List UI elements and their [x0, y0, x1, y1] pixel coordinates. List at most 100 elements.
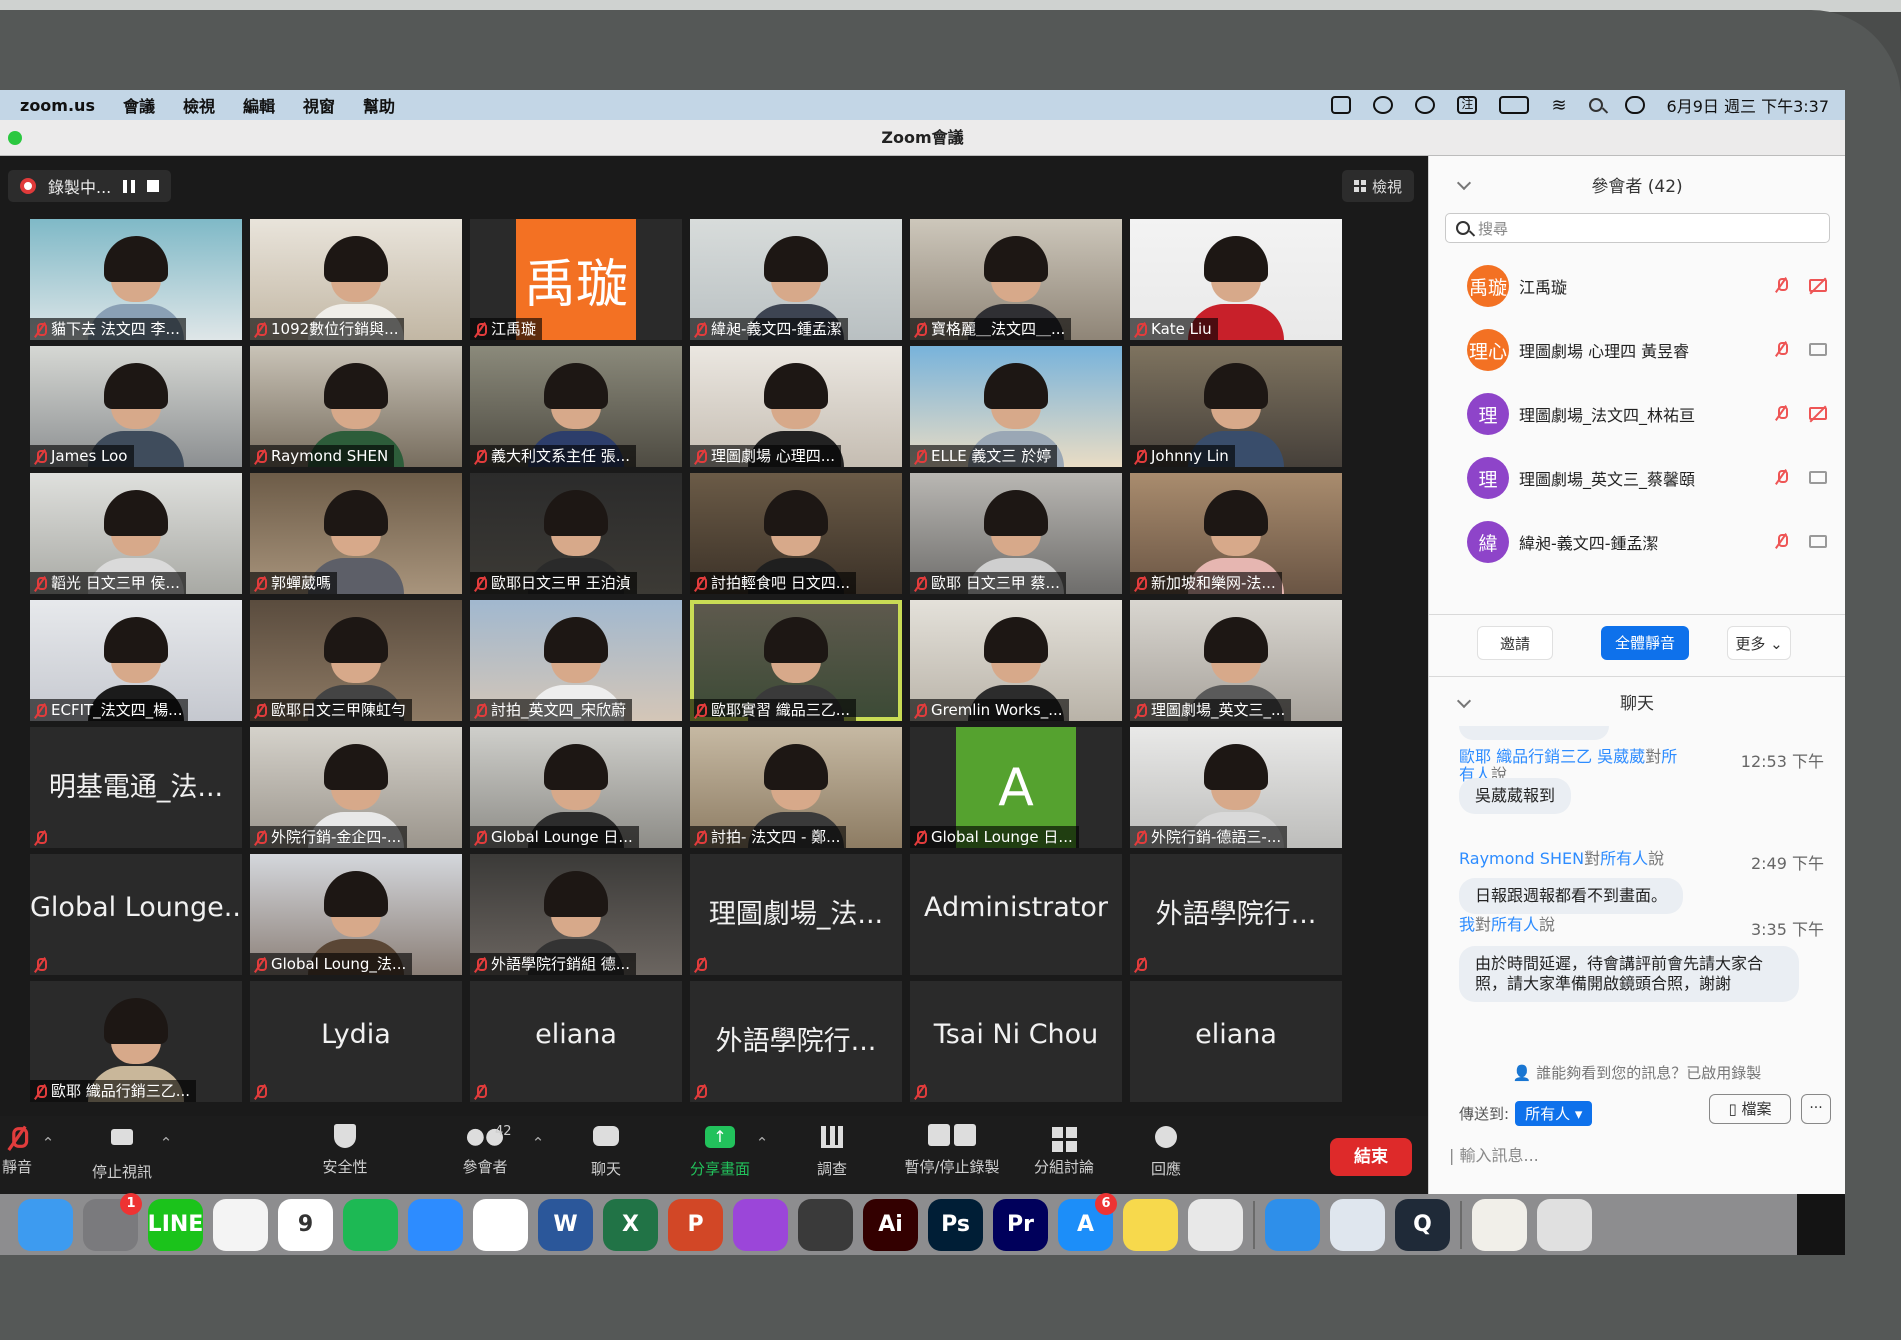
participant-search-input[interactable]: 搜尋: [1445, 213, 1830, 243]
participant-tile[interactable]: 義大利文系主任 張...: [470, 346, 682, 467]
menu-edit[interactable]: 編輯: [243, 93, 275, 117]
participant-tile[interactable]: 韜光 日文三甲 侯...: [30, 473, 242, 594]
safari-icon[interactable]: [1265, 1198, 1320, 1251]
headset-tray-icon[interactable]: [1373, 96, 1394, 114]
participant-tile[interactable]: 外語學院行...: [1130, 854, 1342, 975]
pause-stop-recording-button[interactable]: 暫停/停止錄製: [896, 1124, 1008, 1177]
notes-icon[interactable]: [1123, 1198, 1178, 1251]
finder-icon[interactable]: [18, 1198, 73, 1251]
participant-tile[interactable]: 緯昶-義文四-鍾孟潔: [690, 219, 902, 340]
participant-tile[interactable]: eliana: [470, 981, 682, 1102]
invite-button[interactable]: 邀請: [1477, 626, 1553, 660]
participant-tile[interactable]: 外語學院行銷組 德...: [470, 854, 682, 975]
powerpoint-icon[interactable]: P: [668, 1198, 723, 1251]
premiere-icon[interactable]: Pr: [993, 1198, 1048, 1251]
participant-list-item[interactable]: 理 理圖劇場_英文三_蔡馨頤: [1429, 446, 1845, 510]
participant-list-item[interactable]: 理 理圖劇場_法文四_林祐亘: [1429, 382, 1845, 446]
share-screen-button[interactable]: ↑ 分享畫面: [684, 1124, 756, 1179]
participant-tile[interactable]: ECFIT_法文四_楊...: [30, 600, 242, 721]
mute-all-button[interactable]: 全體靜音: [1601, 626, 1689, 660]
participant-tile[interactable]: 討拍_英文四_宋欣蔚: [470, 600, 682, 721]
participant-tile[interactable]: A Global Lounge 日...: [910, 727, 1122, 848]
chat-message-input[interactable]: | 輸入訊息...: [1449, 1142, 1539, 1166]
control-center-icon[interactable]: [1624, 96, 1645, 114]
camera-icon[interactable]: [1809, 471, 1827, 484]
mic-muted-icon[interactable]: [1775, 469, 1788, 484]
chat-visibility-notice[interactable]: 👤 誰能夠看到您的訊息？已啟用錄製: [1429, 1062, 1845, 1083]
participant-tile[interactable]: Administrator: [910, 854, 1122, 975]
launchpad-icon[interactable]: [1188, 1198, 1243, 1251]
participant-tile[interactable]: ELLE 義文三 於婷: [910, 346, 1122, 467]
menu-window[interactable]: 視窗: [303, 93, 335, 117]
chat-more-button[interactable]: ···: [1801, 1094, 1831, 1124]
wifi-icon[interactable]: ≋: [1551, 95, 1566, 116]
stop-video-button[interactable]: 停止視訊: [86, 1124, 158, 1182]
camera-icon[interactable]: [1809, 343, 1827, 356]
camera-off-icon[interactable]: [1809, 407, 1827, 420]
input-method-icon[interactable]: 注: [1457, 96, 1478, 114]
zoom-icon[interactable]: [408, 1198, 463, 1251]
video-options-caret[interactable]: ⌃: [158, 1134, 174, 1152]
participant-tile[interactable]: 理圖劇場 心理四...: [690, 346, 902, 467]
participant-tile[interactable]: 寶格麗＿法文四＿...: [910, 219, 1122, 340]
participant-tile[interactable]: Tsai Ni Chou: [910, 981, 1122, 1102]
camera-off-icon[interactable]: [1809, 279, 1827, 292]
stop-recording-icon[interactable]: [147, 180, 160, 192]
collapse-chat-icon[interactable]: [1456, 693, 1472, 709]
participant-tile[interactable]: Global Loung_法...: [250, 854, 462, 975]
participant-tile[interactable]: 新加坡和樂网-法...: [1130, 473, 1342, 594]
polls-button[interactable]: 調查: [814, 1124, 850, 1179]
participant-tile[interactable]: eliana: [1130, 981, 1342, 1102]
menu-zoom[interactable]: zoom.us: [20, 96, 95, 115]
participant-tile[interactable]: 歐耶日文三甲陳虹勻: [250, 600, 462, 721]
zoom-tray-icon[interactable]: [1331, 96, 1352, 114]
line-icon[interactable]: LINE: [148, 1198, 203, 1251]
participant-tile[interactable]: 外院行銷-金企四-...: [250, 727, 462, 848]
participant-tile[interactable]: 歐耶 日文三甲 蔡...: [910, 473, 1122, 594]
participant-tile[interactable]: James Loo: [30, 346, 242, 467]
participant-list-item[interactable]: 理心 理圖劇場 心理四 黃昱睿: [1429, 318, 1845, 382]
chrome-icon[interactable]: [213, 1198, 268, 1251]
participant-tile[interactable]: 外院行銷-德語三-...: [1130, 727, 1342, 848]
illustrator-icon[interactable]: Ai: [863, 1198, 918, 1251]
participant-tile[interactable]: 1092數位行銷與...: [250, 219, 462, 340]
participant-tile[interactable]: 歐耶日文三甲 王泊湞: [470, 473, 682, 594]
reactions-button[interactable]: 回應: [1148, 1124, 1184, 1179]
menu-view[interactable]: 檢視: [183, 93, 215, 117]
participants-options-caret[interactable]: ⌃: [530, 1134, 546, 1152]
participant-tile[interactable]: Kate Liu: [1130, 219, 1342, 340]
participant-tile[interactable]: Johnny Lin: [1130, 346, 1342, 467]
mic-muted-icon[interactable]: [1775, 533, 1788, 548]
quicktime-icon[interactable]: Q: [1395, 1198, 1450, 1251]
menu-clock[interactable]: 6月9日 週三 下午3:37: [1667, 93, 1829, 117]
participant-tile[interactable]: 討拍輕食吧 日文四...: [690, 473, 902, 594]
participant-tile[interactable]: 禹璇 江禹璇: [470, 219, 682, 340]
mic-muted-icon[interactable]: [1775, 277, 1788, 292]
spotlight-icon[interactable]: [1588, 98, 1603, 112]
participant-tile[interactable]: 郭蟬葳嗎: [250, 473, 462, 594]
participant-tile[interactable]: 歐耶 織品行銷三乙...: [30, 981, 242, 1102]
mute-button[interactable]: 靜音: [0, 1124, 42, 1177]
pause-recording-icon[interactable]: [123, 179, 136, 193]
end-meeting-button[interactable]: 結束: [1330, 1138, 1412, 1176]
chat-button[interactable]: 聊天: [586, 1124, 626, 1179]
participant-tile[interactable]: Raymond SHEN: [250, 346, 462, 467]
breakout-rooms-button[interactable]: 分組討論: [1030, 1124, 1098, 1177]
menu-meeting[interactable]: 會議: [123, 93, 155, 117]
app-store-icon[interactable]: A6: [1058, 1192, 1117, 1251]
participant-tile[interactable]: Global Lounge 日...: [470, 727, 682, 848]
system-preferences-icon[interactable]: 1: [83, 1192, 142, 1251]
excel-icon[interactable]: X: [603, 1198, 658, 1251]
participant-tile[interactable]: 明基電通_法...: [30, 727, 242, 848]
participants-button[interactable]: ●● 42 參會者: [450, 1124, 520, 1177]
participant-tile[interactable]: Gremlin Works_...: [910, 600, 1122, 721]
share-options-caret[interactable]: ⌃: [754, 1134, 770, 1152]
document-icon[interactable]: [1472, 1198, 1527, 1251]
participant-tile[interactable]: 外語學院行...: [690, 981, 902, 1102]
reminders-icon[interactable]: [473, 1198, 528, 1251]
window-zoom-button[interactable]: [8, 131, 22, 145]
podcasts-icon[interactable]: [733, 1198, 788, 1251]
participant-list-item[interactable]: 緯 緯昶-義文四-鍾孟潔: [1429, 510, 1845, 574]
calendar-icon[interactable]: 9: [278, 1198, 333, 1251]
spotify-icon[interactable]: [343, 1198, 398, 1251]
